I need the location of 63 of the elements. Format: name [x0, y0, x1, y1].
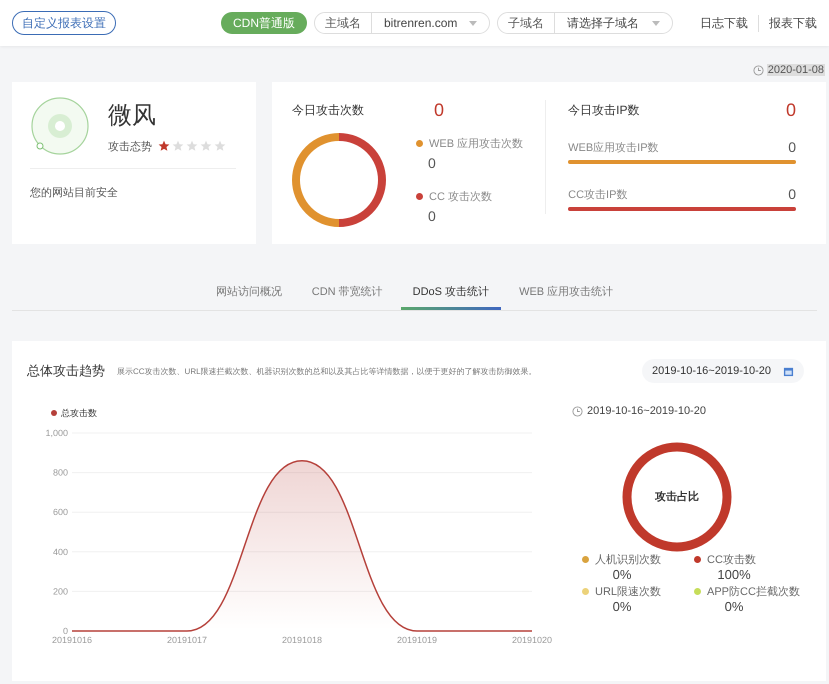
metric-value: 0 — [788, 186, 796, 202]
metric-label: CC攻击IP数 — [568, 188, 628, 202]
stat-total: 0 — [434, 100, 444, 121]
axis-tick-label: 200 — [52, 586, 68, 596]
axis-tick-label: 400 — [52, 546, 68, 557]
breeze-icon — [30, 96, 90, 156]
legend-label: CC攻击数 — [707, 553, 756, 567]
status-message: 您的网站目前安全 — [30, 187, 118, 199]
legend-label: WEB 应用攻击次数 — [429, 136, 524, 151]
date-text: 2020-01-08 — [766, 64, 825, 76]
empty-star-icon — [186, 140, 198, 152]
plan-badge: CDN普通版 — [221, 12, 307, 34]
empty-star-icon — [172, 140, 184, 152]
axis-tick-label: 800 — [52, 468, 68, 478]
caret-icon — [469, 20, 477, 26]
stat-title: 今日攻击IP数 — [568, 102, 640, 119]
filled-star-icon — [158, 140, 170, 152]
legend-label: 人机识别次数 — [595, 553, 661, 567]
custom-report-button[interactable]: 自定义报表设置 — [12, 11, 116, 35]
tab[interactable]: 网站访问概况 — [204, 284, 294, 310]
section-description: 展示CC攻击次数、URL限速拦截次数、机器识别次数的总和以及其占比等详情数据，以便于更好的了解攻击防御效果。 — [117, 366, 537, 376]
legend-value: 0% — [724, 599, 744, 614]
clock-icon — [572, 406, 583, 416]
tab[interactable]: CDN 带宽统计 — [300, 284, 395, 310]
date-range-picker[interactable]: 2019-10-16~2019-10-20 — [642, 359, 804, 383]
axis-tick-label: 20191020 — [512, 635, 552, 645]
legend-label: CC 攻击次数 — [429, 190, 492, 204]
tab[interactable]: DDoS 攻击统计 — [400, 284, 502, 310]
empty-star-icon — [200, 140, 212, 152]
caret-icon — [652, 20, 660, 26]
metric-label: WEB应用攻击IP数 — [568, 140, 659, 154]
axis-tick-label: 20191019 — [396, 635, 438, 645]
axis-tick-label: 600 — [52, 507, 68, 518]
axis-tick-label: 20191018 — [282, 635, 322, 645]
legend-value: 0% — [612, 567, 632, 582]
ring-center-label: 攻击占比 — [655, 490, 699, 504]
download-link[interactable]: 日志下载 — [690, 14, 748, 32]
stat-total: 0 — [786, 100, 796, 121]
status-title: 微风 — [108, 100, 157, 130]
axis-tick-label: 0 — [62, 626, 68, 636]
clock-icon — [752, 64, 764, 76]
axis-tick-label: 20191016 — [52, 635, 92, 645]
axis-tick-label: 20191017 — [166, 635, 208, 645]
section-title: 总体攻击趋势 — [27, 362, 105, 380]
legend-value: 0 — [428, 208, 437, 224]
ratio-date-range: 2019-10-16~2019-10-20 — [587, 405, 706, 417]
stat-title: 今日攻击次数 — [292, 102, 365, 119]
subdomain-select[interactable]: 子域名 请选择子域名 — [497, 12, 673, 34]
calendar-icon — [783, 366, 794, 376]
empty-star-icon — [214, 140, 226, 152]
legend-value: 0% — [612, 599, 632, 614]
legend-value: 100% — [716, 567, 752, 582]
tab[interactable]: WEB 应用攻击统计 — [507, 284, 626, 310]
legend-label: APP防CC拦截次数 — [707, 585, 800, 599]
legend-label: 总攻击数 — [61, 408, 97, 418]
legend-value: 0 — [428, 155, 437, 171]
domain-select[interactable]: 主域名 bitrenren.com — [314, 12, 490, 34]
legend-label: URL限速次数 — [595, 585, 662, 599]
metric-value: 0 — [788, 139, 796, 155]
trend-label: 攻击态势 — [108, 140, 152, 154]
legend-dot — [51, 410, 57, 416]
download-link[interactable]: 报表下载 — [758, 14, 817, 32]
axis-tick-label: 1,000 — [45, 428, 68, 438]
